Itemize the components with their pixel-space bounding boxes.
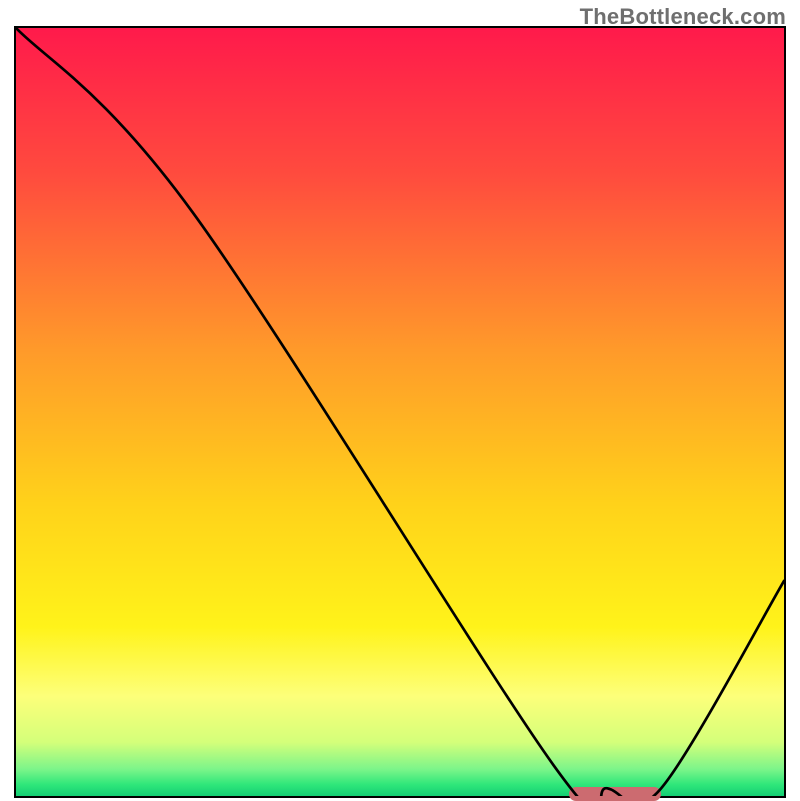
bottleneck-curve [16,28,784,796]
chart-frame [14,26,786,798]
bottleneck-curve-path [16,28,784,796]
